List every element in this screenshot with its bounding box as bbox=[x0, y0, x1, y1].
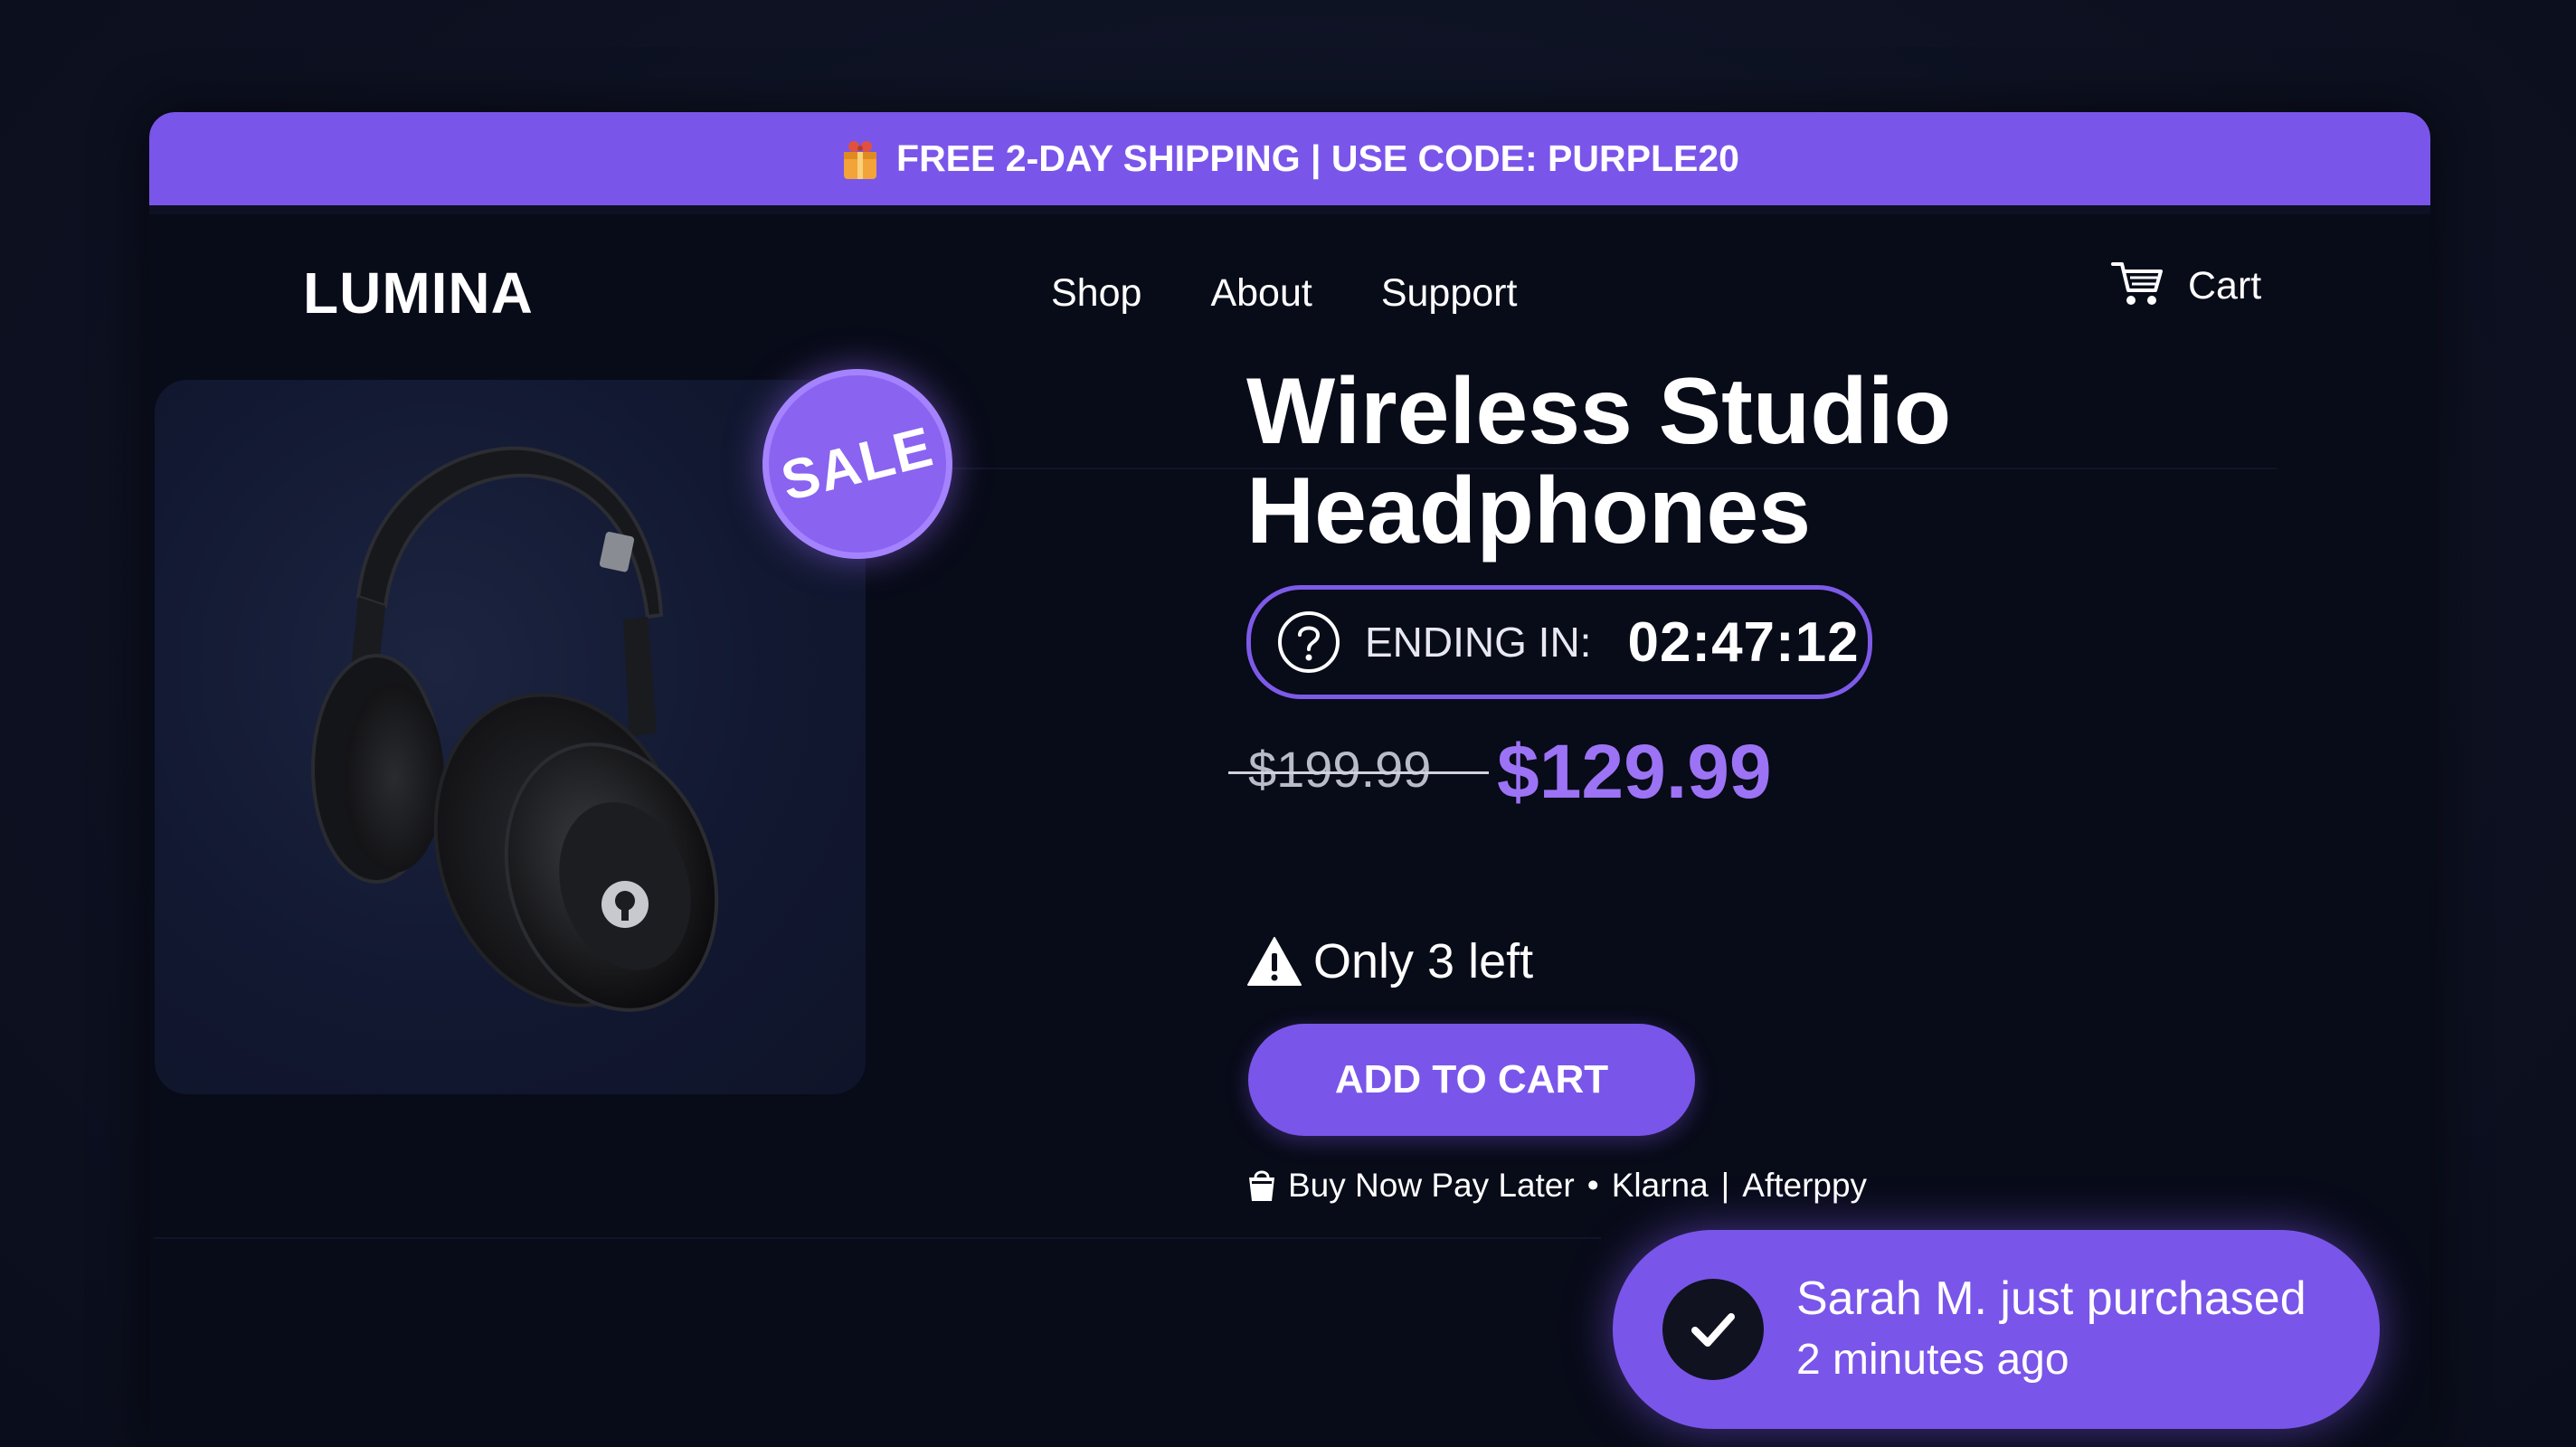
stock-text: Only 3 left bbox=[1313, 934, 1534, 988]
warning-icon bbox=[1246, 935, 1302, 988]
sale-badge-text: SALE bbox=[775, 415, 940, 513]
product-title-line2: Headphones bbox=[1246, 459, 1812, 563]
bnpl-separator: | bbox=[1720, 1167, 1730, 1204]
bnpl-info: Buy Now Pay Later • Klarna | Afterppy bbox=[1246, 1167, 1867, 1205]
promo-banner: FREE 2-DAY SHIPPING | USE CODE: PURPLE20 bbox=[149, 112, 2430, 205]
toast-line1: Sarah M. just purchased bbox=[1796, 1272, 2306, 1325]
nav-support-link[interactable]: Support bbox=[1381, 271, 1518, 316]
question-circle-icon[interactable] bbox=[1276, 610, 1341, 675]
shopping-bag-icon bbox=[1246, 1168, 1277, 1203]
toast-line2: 2 minutes ago bbox=[1796, 1336, 2069, 1384]
countdown-timer: ENDING IN: 02:47:12 bbox=[1246, 585, 1872, 699]
bnpl-bullet: • bbox=[1586, 1167, 1599, 1204]
product-image-card[interactable] bbox=[155, 380, 866, 1094]
cart-icon bbox=[2110, 260, 2164, 313]
purchase-notification-toast[interactable]: Sarah M. just purchased 2 minutes ago bbox=[1613, 1230, 2380, 1429]
countdown-value: 02:47:12 bbox=[1627, 610, 1860, 674]
main-nav: Shop About Support bbox=[1051, 214, 1586, 373]
nav-about-link[interactable]: About bbox=[1210, 271, 1312, 316]
headphones-image bbox=[311, 446, 719, 1012]
content-divider bbox=[154, 1237, 1601, 1239]
brand-logo[interactable]: LUMINA bbox=[303, 260, 534, 326]
stock-warning: Only 3 left bbox=[1246, 933, 1533, 989]
cart-label: Cart bbox=[2188, 264, 2262, 307]
promo-text: FREE 2-DAY SHIPPING | USE CODE: PURPLE20 bbox=[896, 137, 1739, 179]
cart-link[interactable]: Cart bbox=[2110, 260, 2261, 313]
site-header: LUMINA Shop About Support Cart bbox=[149, 214, 2430, 469]
original-price: $199.99 bbox=[1248, 741, 1432, 798]
product-title-line1: Wireless Studio bbox=[1246, 359, 1952, 464]
bnpl-provider-afterpay[interactable]: Afterppy bbox=[1742, 1167, 1867, 1205]
sale-price: $129.99 bbox=[1497, 729, 1772, 814]
sale-badge: SALE bbox=[762, 369, 952, 559]
promo-divider bbox=[149, 205, 2430, 214]
countdown-label: ENDING IN: bbox=[1365, 619, 1592, 666]
price-strikethrough bbox=[1228, 771, 1489, 774]
bnpl-provider-klarna[interactable]: Klarna bbox=[1612, 1167, 1709, 1205]
add-to-cart-button[interactable]: ADD TO CART bbox=[1248, 1024, 1695, 1136]
check-icon bbox=[1662, 1279, 1764, 1380]
product-title: Wireless Studio Headphones bbox=[1246, 362, 2060, 561]
gift-box-icon bbox=[840, 136, 880, 183]
bnpl-text: Buy Now Pay Later bbox=[1288, 1167, 1575, 1204]
nav-shop-link[interactable]: Shop bbox=[1051, 271, 1141, 316]
toast-message: Sarah M. just purchased 2 minutes ago bbox=[1796, 1268, 2306, 1391]
